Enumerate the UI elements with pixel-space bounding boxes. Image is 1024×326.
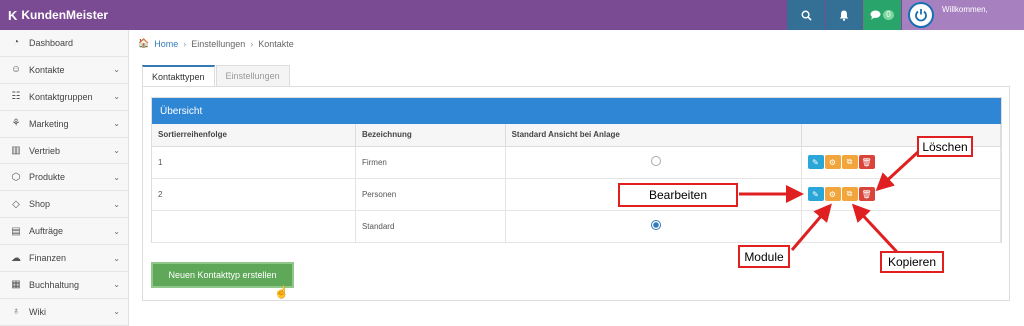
- arrow-modules: [790, 203, 832, 251]
- callout-delete: Löschen: [917, 136, 973, 157]
- annotation-arrows: [739, 150, 920, 254]
- callout-edit: Bearbeiten: [618, 183, 738, 207]
- arrow-delete: [875, 150, 920, 192]
- callout-modules: Module: [738, 245, 790, 268]
- arrow-copy: [851, 203, 899, 254]
- callout-copy: Kopieren: [880, 251, 944, 273]
